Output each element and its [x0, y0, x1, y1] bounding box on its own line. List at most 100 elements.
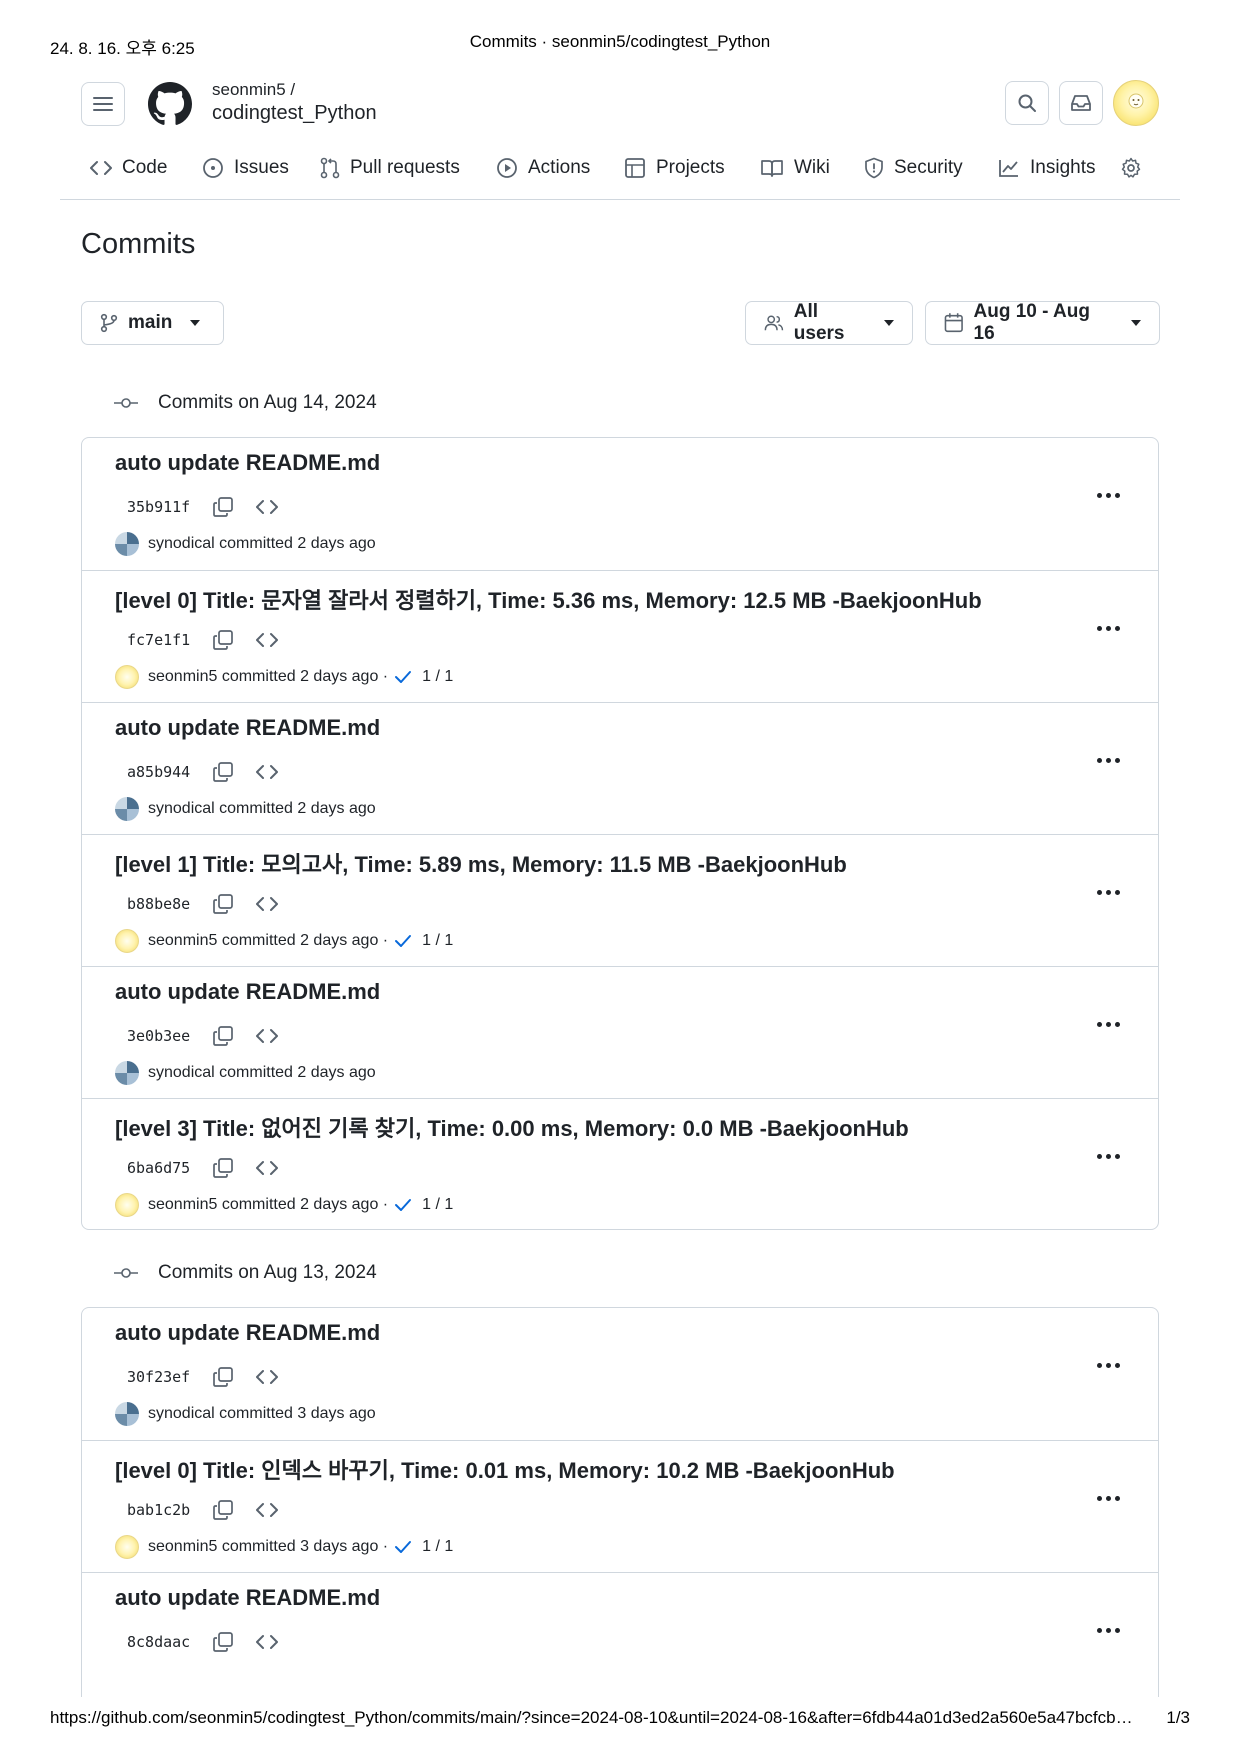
branch-icon — [100, 313, 118, 333]
more-options-icon[interactable] — [1097, 890, 1120, 895]
check-icon[interactable] — [394, 670, 412, 684]
browse-code-icon[interactable] — [254, 627, 280, 653]
commit-author[interactable]: seonmin5 — [148, 932, 217, 950]
browse-code-icon[interactable] — [254, 1155, 280, 1181]
copy-icon[interactable] — [210, 1629, 236, 1655]
users-label: All users — [793, 301, 845, 344]
copy-icon[interactable] — [210, 627, 236, 653]
branch-select[interactable]: main — [81, 301, 224, 345]
browse-code-icon[interactable] — [254, 891, 280, 917]
avatar[interactable] — [115, 1535, 139, 1559]
commit-author[interactable]: synodical — [148, 800, 215, 818]
more-options-icon[interactable] — [1097, 1154, 1120, 1159]
commit-sha-link[interactable]: bab1c2b — [115, 1501, 202, 1519]
copy-icon[interactable] — [210, 1497, 236, 1523]
check-icon[interactable] — [394, 934, 412, 948]
commit-title-link[interactable]: [level 1] Title: 모의고사, Time: 5.89 ms, Me… — [115, 847, 847, 879]
tab-code[interactable]: Code — [90, 150, 167, 186]
check-icon[interactable] — [394, 1198, 412, 1212]
check-count[interactable]: 1 / 1 — [422, 1538, 453, 1556]
commit-author[interactable]: synodical — [148, 1405, 215, 1423]
repo-owner-link[interactable]: seonmin5 / — [212, 80, 295, 100]
commit-title-link[interactable]: [level 3] Title: 없어진 기록 찾기, Time: 0.00 m… — [115, 1111, 909, 1143]
commit-sha-link[interactable]: 3e0b3ee — [115, 1027, 202, 1045]
avatar[interactable] — [115, 1061, 139, 1085]
search-button[interactable] — [1005, 81, 1049, 125]
users-select[interactable]: All users — [745, 301, 913, 345]
commit-title-link[interactable]: [level 0] Title: 문자열 잘라서 정렬하기, Time: 5.3… — [115, 583, 982, 615]
copy-icon[interactable] — [210, 759, 236, 785]
more-options-icon[interactable] — [1097, 1496, 1120, 1501]
check-count[interactable]: 1 / 1 — [422, 1196, 453, 1214]
date-range-select[interactable]: Aug 10 - Aug 16 — [925, 301, 1160, 345]
inbox-button[interactable] — [1059, 81, 1103, 125]
more-options-icon[interactable] — [1097, 626, 1120, 631]
avatar[interactable] — [115, 1193, 139, 1217]
tab-insights[interactable]: Insights — [998, 150, 1095, 186]
check-icon[interactable] — [394, 1540, 412, 1554]
tab-code-label: Code — [122, 157, 168, 178]
commit-sha-link[interactable]: 30f23ef — [115, 1368, 202, 1386]
browse-code-icon[interactable] — [254, 759, 280, 785]
gear-icon — [1121, 157, 1141, 178]
menu-button[interactable] — [81, 82, 125, 126]
more-options-icon[interactable] — [1097, 493, 1120, 498]
commit-author[interactable]: seonmin5 — [148, 668, 217, 686]
github-logo-icon[interactable] — [148, 82, 192, 126]
commit-author[interactable]: seonmin5 — [148, 1538, 217, 1556]
copy-icon[interactable] — [210, 1023, 236, 1049]
commit-sha-link[interactable]: a85b944 — [115, 763, 202, 781]
commit-row: [level 0] Title: 문자열 잘라서 정렬하기, Time: 5.3… — [82, 570, 1158, 702]
copy-icon[interactable] — [210, 891, 236, 917]
browse-code-icon[interactable] — [254, 1023, 280, 1049]
browse-code-icon[interactable] — [254, 1364, 280, 1390]
more-options-icon[interactable] — [1097, 1363, 1120, 1368]
print-title: Commits · seonmin5/codingtest_Python — [469, 32, 771, 51]
commit-title-link[interactable]: auto update README.md — [115, 1320, 380, 1346]
commit-title-link[interactable]: [level 0] Title: 인덱스 바꾸기, Time: 0.01 ms,… — [115, 1453, 895, 1485]
commit-row: auto update README.md 8c8daac — [82, 1572, 1158, 1697]
tab-pull-requests[interactable]: Pull requests — [320, 150, 460, 186]
browse-code-icon[interactable] — [254, 1629, 280, 1655]
check-count[interactable]: 1 / 1 — [422, 932, 453, 950]
browse-code-icon[interactable] — [254, 494, 280, 520]
tab-projects[interactable]: Projects — [624, 150, 725, 186]
avatar[interactable] — [115, 532, 139, 556]
avatar[interactable] — [115, 797, 139, 821]
commit-title-link[interactable]: auto update README.md — [115, 979, 380, 1005]
chevron-down-icon — [1131, 320, 1141, 326]
tab-wiki[interactable]: Wiki — [760, 150, 830, 186]
commit-sha-link[interactable]: 6ba6d75 — [115, 1159, 202, 1177]
branch-label: main — [128, 312, 173, 333]
commit-title-link[interactable]: auto update README.md — [115, 715, 380, 741]
more-options-icon[interactable] — [1097, 1628, 1120, 1633]
tab-issues[interactable]: Issues — [202, 150, 289, 186]
avatar[interactable] — [115, 929, 139, 953]
tab-settings[interactable] — [1120, 150, 1142, 186]
commit-author[interactable]: synodical — [148, 1064, 215, 1082]
repo-name-link[interactable]: codingtest_Python — [212, 102, 377, 125]
tab-wiki-label: Wiki — [794, 157, 830, 178]
browse-code-icon[interactable] — [254, 1497, 280, 1523]
chevron-down-icon — [884, 320, 894, 326]
avatar[interactable] — [115, 1402, 139, 1426]
commit-sha-link[interactable]: b88be8e — [115, 895, 202, 913]
copy-icon[interactable] — [210, 494, 236, 520]
check-count[interactable]: 1 / 1 — [422, 668, 453, 686]
commit-sha-link[interactable]: 8c8daac — [115, 1633, 202, 1651]
avatar[interactable] — [115, 665, 139, 689]
copy-icon[interactable] — [210, 1155, 236, 1181]
day-header-label: Commits on Aug 13, 2024 — [158, 1262, 377, 1283]
more-options-icon[interactable] — [1097, 758, 1120, 763]
tab-actions[interactable]: Actions — [496, 150, 590, 186]
tab-security[interactable]: Security — [864, 150, 963, 186]
copy-icon[interactable] — [210, 1364, 236, 1390]
more-options-icon[interactable] — [1097, 1022, 1120, 1027]
commit-sha-link[interactable]: 35b911f — [115, 498, 202, 516]
commit-author[interactable]: seonmin5 — [148, 1196, 217, 1214]
user-avatar[interactable] — [1113, 80, 1159, 126]
commit-sha-link[interactable]: fc7e1f1 — [115, 631, 202, 649]
commit-title-link[interactable]: auto update README.md — [115, 1585, 380, 1611]
commit-author[interactable]: synodical — [148, 535, 215, 553]
commit-title-link[interactable]: auto update README.md — [115, 450, 380, 476]
